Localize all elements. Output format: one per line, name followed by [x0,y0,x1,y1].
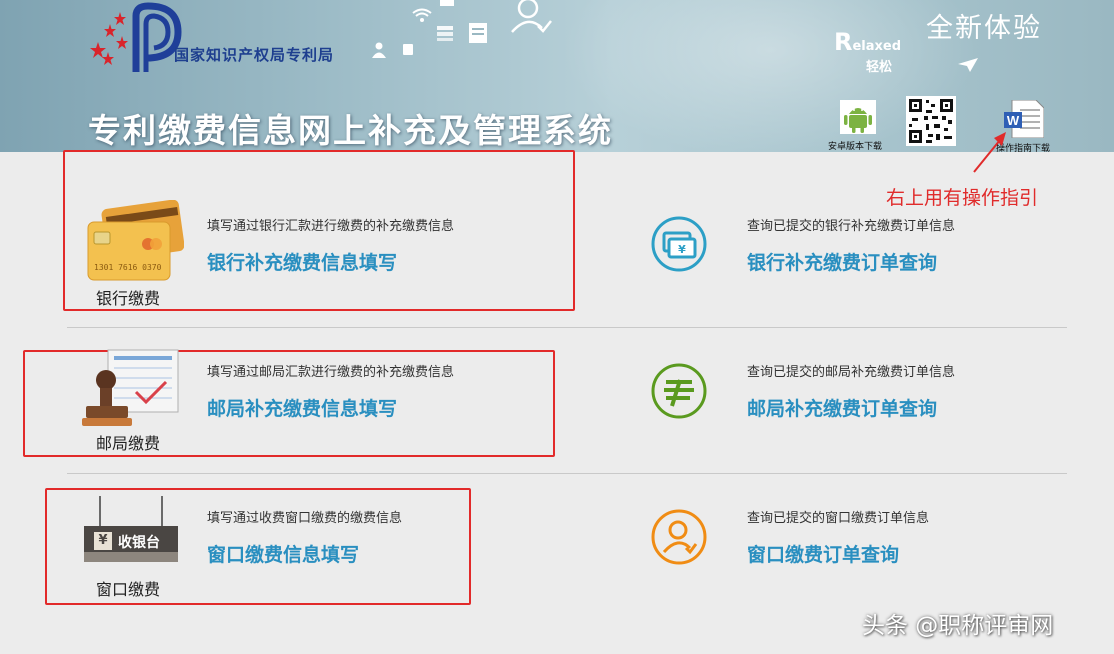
bank-query-link[interactable]: 银行补充缴费订单查询 [747,248,937,275]
row-divider-1 [67,327,1067,328]
query-desc-bank: 查询已提交的银行补充缴费订单信息 [747,219,956,234]
cashier-yen: ¥ [94,532,112,550]
fill-desc-window: 填写通过收费窗口缴费的缴费信息 [207,511,403,526]
row-divider-2 [67,473,1067,474]
relaxed-rest: elaxed [852,39,902,54]
cashier-sign-text-group: ¥ 收银台 [86,532,172,552]
category-label-window: 窗口缴费 [96,580,161,599]
relaxed-text: Relaxed [834,28,901,56]
word-document-icon[interactable]: W [1004,100,1044,138]
post-fill-link[interactable]: 邮局补充缴费信息填写 [207,394,397,421]
post-query-link[interactable]: 邮局补充缴费订单查询 [747,394,937,421]
paper-plane-icon [958,58,978,72]
card-icon [440,0,454,6]
wifi-icon [412,8,432,22]
window-fill-link[interactable]: 窗口缴费信息填写 [207,540,359,567]
system-title: 专利缴费信息网上补充及管理系统 [88,111,613,150]
user-check-icon [511,0,552,33]
post-office-icon[interactable] [650,362,708,420]
cashier-sign-text: 收银台 [118,535,160,551]
cashier-sign-icon [84,496,178,562]
annotation-text: 右上用有操作指引 [886,187,1039,209]
annotation-arrow-icon [973,132,1006,173]
header-banner: 国家知识产权局专利局 全新体验 Relaxed 轻松 专利缴费信息网上补充及管理… [0,0,1114,152]
fill-desc-post: 填写通过邮局汇款进行缴费的补充缴费信息 [207,365,455,380]
bank-query-icon[interactable]: ¥ [650,215,708,273]
slogan-text: 全新体验 [926,13,1042,44]
stack-icon [437,26,453,41]
category-label-post: 邮局缴费 [96,434,161,453]
svg-text:1301 7616 0370: 1301 7616 0370 [94,263,162,272]
bank-card-icon: 1301 7616 0370 [87,200,184,281]
category-label-bank: 银行缴费 [96,289,161,308]
svg-text:W: W [1007,113,1020,128]
qr-code-icon[interactable] [906,96,956,146]
person-icon [372,42,386,58]
android-icon[interactable] [840,100,876,134]
relaxed-cn-text: 轻松 [866,60,893,75]
android-download-label[interactable]: 安卓版本下载 [828,139,882,152]
window-query-link[interactable]: 窗口缴费订单查询 [747,540,899,567]
bank-fill-link[interactable]: 银行补充缴费信息填写 [207,248,397,275]
user-query-icon[interactable] [650,508,708,566]
cnipa-logo-icon [90,2,182,72]
note-icon [469,23,487,43]
org-name: 国家知识产权局专利局 [174,46,335,64]
book-icon [403,44,413,55]
query-desc-window: 查询已提交的窗口缴费订单信息 [747,511,930,526]
relaxed-initial: R [834,28,853,56]
watermark-text: 头条 @职称评审网 [862,613,1054,639]
stamp-icon [82,349,179,426]
fill-desc-bank: 填写通过银行汇款进行缴费的补充缴费信息 [207,219,455,234]
query-desc-post: 查询已提交的邮局补充缴费订单信息 [747,365,956,380]
svg-text:¥: ¥ [678,243,686,256]
